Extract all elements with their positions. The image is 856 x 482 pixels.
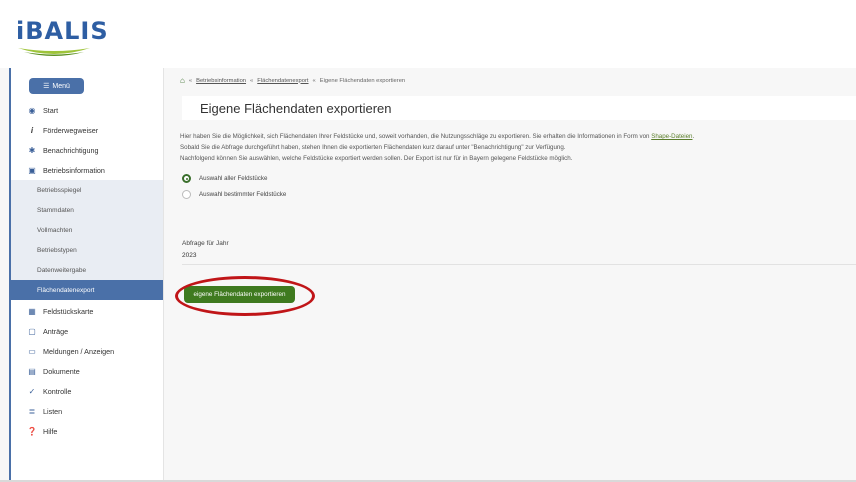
sidebar-item-label: Meldungen / Anzeigen: [43, 346, 115, 356]
breadcrumb-betriebsinformation[interactable]: Betriebsinformation: [196, 78, 246, 84]
red-highlight-circle: [175, 276, 315, 316]
sidebar-item-label: Förderwegweiser: [43, 125, 99, 135]
sidebar-item-label: Feldstückskarte: [43, 306, 94, 316]
sidebar-item-label: Benachrichtigung: [43, 145, 99, 155]
help-icon: ❓: [27, 426, 37, 436]
ibalis-logo[interactable]: iBALIS: [16, 18, 108, 60]
info-icon: i: [30, 125, 34, 135]
intro-text: Hier haben Sie die Möglichkeit, sich Flä…: [180, 133, 652, 140]
sidebar-item-antraege[interactable]: ▢ Anträge: [11, 321, 163, 341]
sidebar: ☰ Menü ◉ Start i Förderwegweiser ✱ Benac…: [11, 68, 164, 482]
main-content: ⌂ « Betriebsinformation « Flächendatenex…: [164, 68, 856, 482]
map-icon: ▦: [28, 306, 36, 316]
radio-some-label: Auswahl bestimmter Feldstücke: [199, 191, 287, 198]
sidebar-subitem-flaechendatenexport[interactable]: Flächendatenexport: [11, 280, 163, 300]
dashboard-icon: ◉: [28, 105, 36, 115]
breadcrumb-flaechendatenexport[interactable]: Flächendatenexport: [257, 78, 308, 84]
sidebar-item-listen[interactable]: ≣ Listen: [11, 401, 163, 421]
sidebar-item-kontrolle[interactable]: ✓ Kontrolle: [11, 381, 163, 401]
sidebar-subitem-stammdaten[interactable]: Stammdaten: [11, 200, 163, 220]
sidebar-item-foerderwegweiser[interactable]: i Förderwegweiser: [11, 120, 163, 140]
sidebar-subitem-label: Betriebstypen: [37, 246, 77, 254]
intro-paragraph-2: Sobald Sie die Abfrage durchgeführt habe…: [180, 144, 566, 151]
sidebar-item-start[interactable]: ◉ Start: [11, 100, 163, 120]
home-icon[interactable]: ⌂: [180, 76, 185, 85]
radio-option-some[interactable]: Auswahl bestimmter Feldstücke: [182, 190, 286, 199]
building-icon: ▣: [28, 165, 36, 175]
sidebar-subitem-label: Flächendatenexport: [37, 286, 95, 294]
year-field-label: Abfrage für Jahr: [182, 240, 229, 247]
file-icon: ▤: [28, 366, 36, 376]
header: iBALIS: [0, 0, 856, 68]
sidebar-item-dokumente[interactable]: ▤ Dokumente: [11, 361, 163, 381]
sidebar-item-label: Dokumente: [43, 366, 80, 376]
sidebar-item-hilfe[interactable]: ❓ Hilfe: [11, 421, 163, 441]
shape-files-link[interactable]: Shape-Dateien: [651, 133, 692, 140]
sidebar-subitem-label: Vollmachten: [37, 226, 73, 234]
menu-icon: ☰: [43, 83, 50, 90]
sidebar-item-label: Betriebsinformation: [43, 165, 105, 175]
sidebar-subitem-label: Betriebsspiegel: [37, 186, 82, 194]
menu-button[interactable]: ☰ Menü: [29, 78, 84, 94]
radio-option-all[interactable]: Auswahl aller Feldstücke: [182, 174, 267, 183]
list-icon: ≣: [28, 406, 36, 416]
sidebar-subitem-betriebstypen[interactable]: Betriebstypen: [11, 240, 163, 260]
intro-paragraph-3: Nachfolgend können Sie auswählen, welche…: [180, 155, 573, 162]
menu-label: Menü: [52, 82, 70, 90]
page-title-bar: Eigene Flächendaten exportieren: [182, 96, 856, 120]
year-field[interactable]: 2023: [182, 252, 856, 265]
sidebar-item-label: Kontrolle: [43, 386, 72, 396]
sidebar-subitem-betriebsspiegel[interactable]: Betriebsspiegel: [11, 180, 163, 200]
sidebar-item-feldstueckskarte[interactable]: ▦ Feldstückskarte: [11, 301, 163, 321]
bell-icon: ✱: [28, 145, 36, 155]
logo-swoosh-icon: [18, 48, 90, 56]
monitor-icon: ▭: [28, 346, 36, 356]
sidebar-subitem-label: Stammdaten: [37, 206, 74, 214]
radio-all-label: Auswahl aller Feldstücke: [199, 175, 268, 182]
sidebar-subitem-vollmachten[interactable]: Vollmachten: [11, 220, 163, 240]
sidebar-item-label: Start: [43, 105, 59, 115]
logo-text: iBALIS: [16, 17, 109, 45]
sidebar-item-label: Hilfe: [43, 426, 58, 436]
sidebar-item-meldungen[interactable]: ▭ Meldungen / Anzeigen: [11, 341, 163, 361]
sidebar-subitem-label: Datenweitergabe: [37, 266, 87, 274]
radio-all-fields[interactable]: [182, 174, 191, 183]
sidebar-item-benachrichtigung[interactable]: ✱ Benachrichtigung: [11, 140, 163, 160]
sidebar-item-label: Listen: [43, 406, 63, 416]
sidebar-subitem-datenweitergabe[interactable]: Datenweitergabe: [11, 260, 163, 280]
breadcrumb: ⌂ « Betriebsinformation « Flächendatenex…: [180, 76, 406, 85]
document-icon: ▢: [28, 326, 36, 336]
breadcrumb-current: Eigene Flächendaten exportieren: [319, 77, 406, 84]
radio-specific-fields[interactable]: [182, 190, 191, 199]
check-icon: ✓: [28, 386, 36, 396]
sidebar-item-betriebsinformation[interactable]: ▣ Betriebsinformation: [11, 160, 163, 180]
sidebar-item-label: Anträge: [43, 326, 69, 336]
intro-paragraph-1: Hier haben Sie die Möglichkeit, sich Flä…: [180, 133, 695, 140]
page-title: Eigene Flächendaten exportieren: [200, 101, 392, 116]
